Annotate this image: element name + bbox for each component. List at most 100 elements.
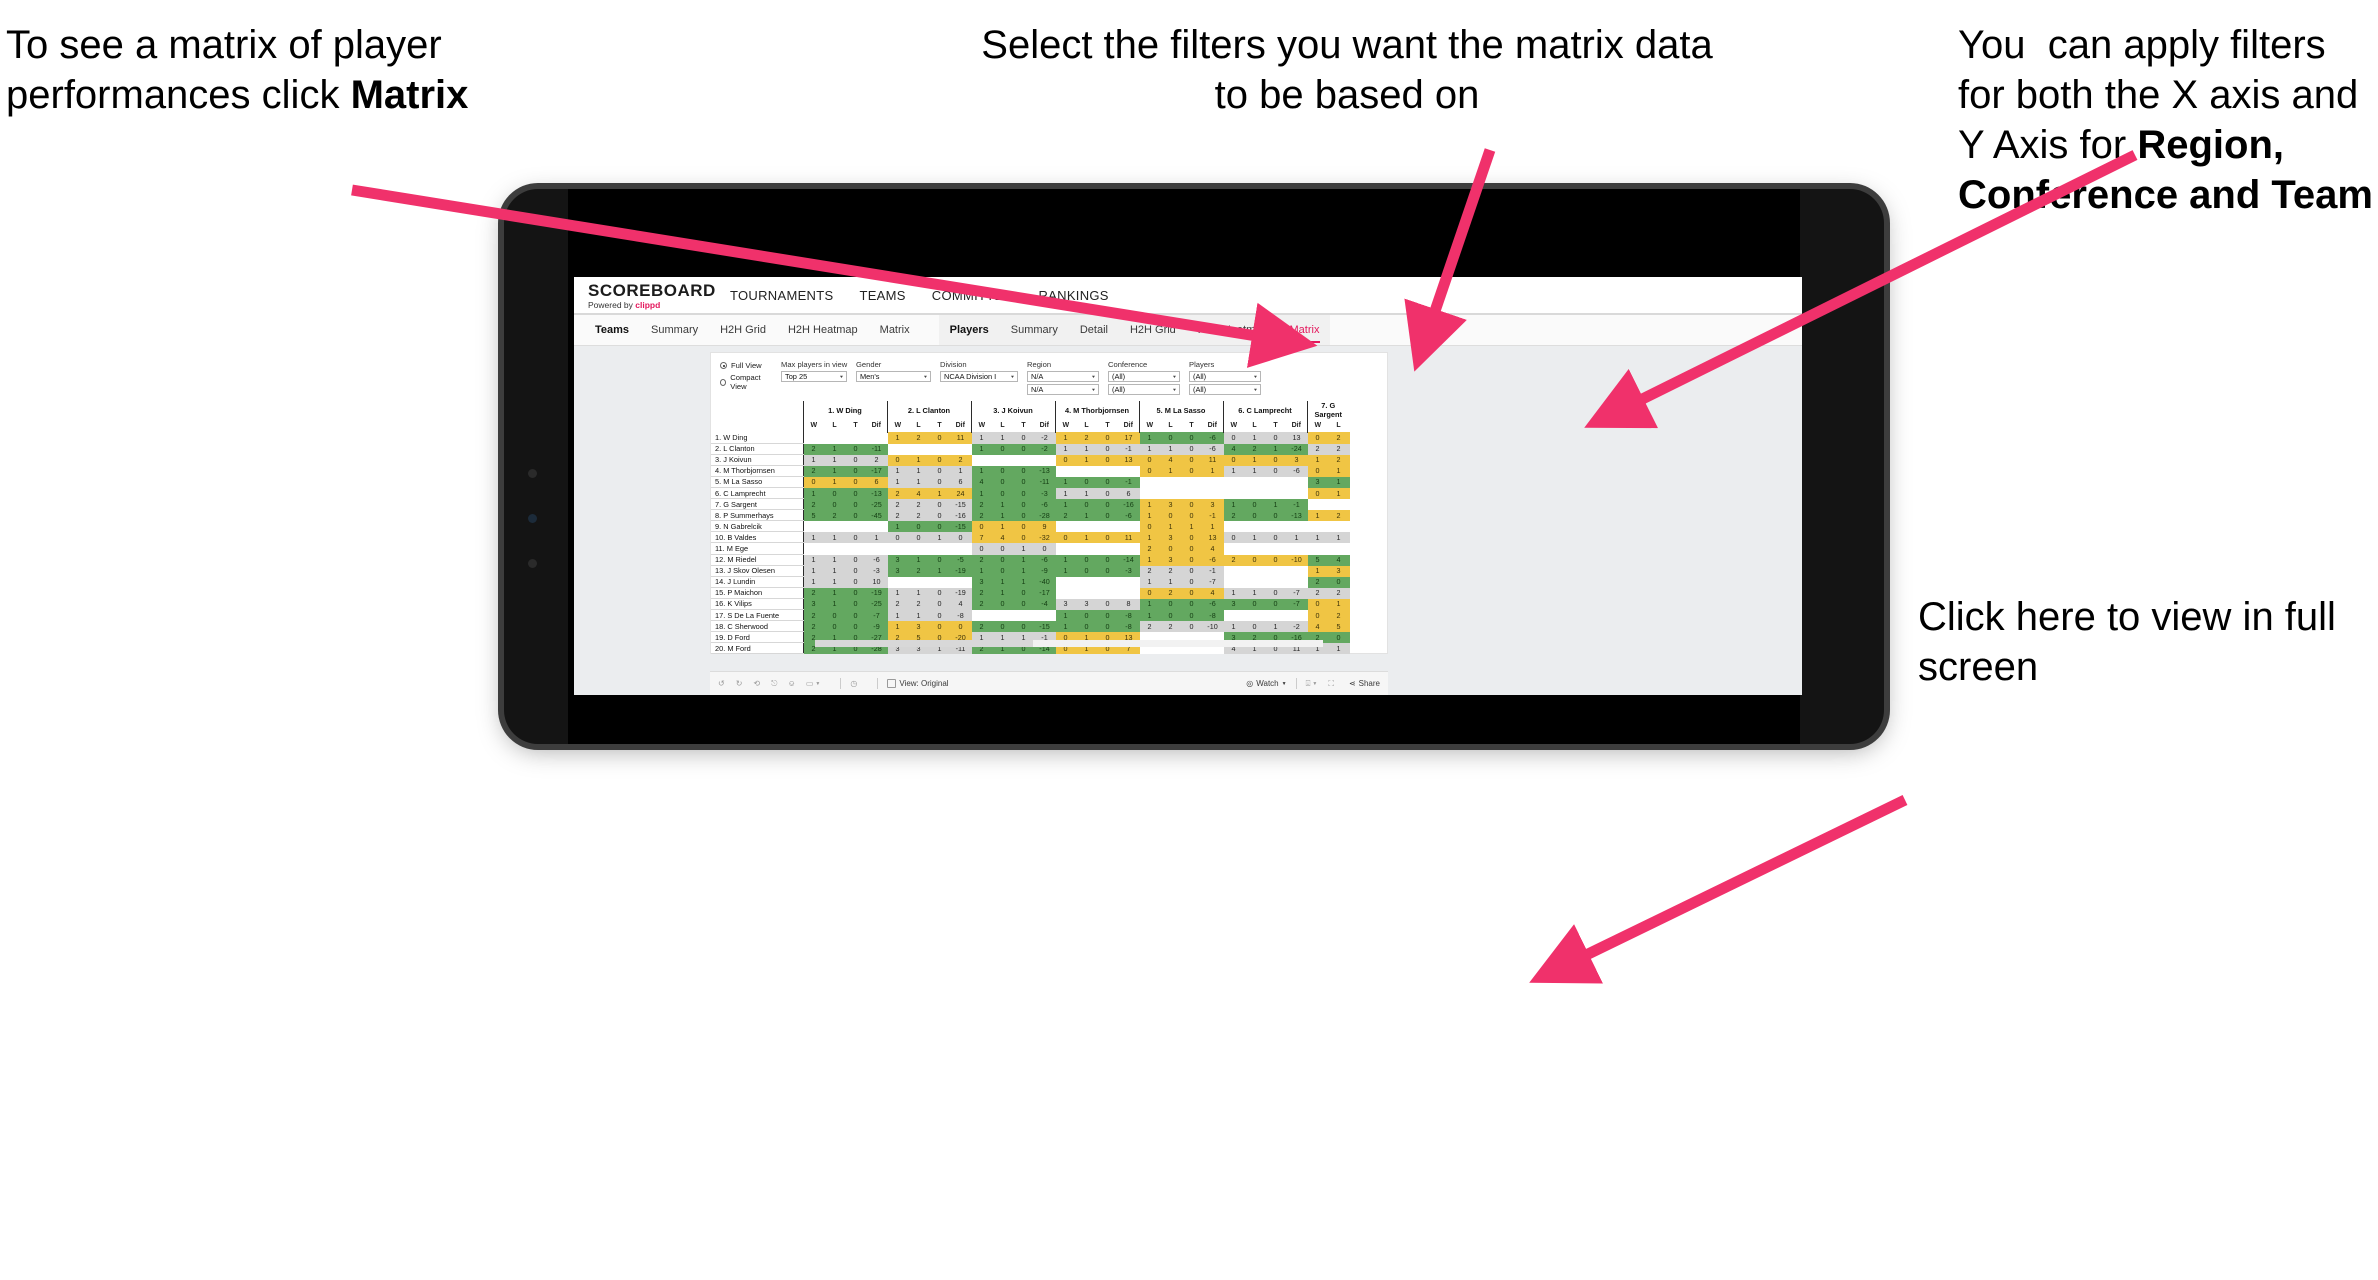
matrix-cell[interactable] <box>1264 608 1287 622</box>
matrix-cell[interactable]: -2 <box>1033 431 1056 444</box>
matrix-cell[interactable]: -6 <box>865 553 888 566</box>
matrix-cell[interactable] <box>928 575 951 588</box>
pause-updates-icon[interactable]: ⎉ <box>788 679 794 689</box>
matrix-cell[interactable]: 1 <box>907 608 930 622</box>
matrix-cell[interactable]: -3 <box>865 564 888 577</box>
matrix-cell[interactable]: 0 <box>1012 498 1035 511</box>
matrix-cell[interactable]: 1 <box>1054 486 1077 500</box>
matrix-cell[interactable] <box>1327 498 1350 511</box>
matrix-cell[interactable]: 1 <box>970 564 993 577</box>
matrix-cell[interactable]: 0 <box>1033 542 1056 555</box>
matrix-cell[interactable] <box>1117 542 1140 555</box>
matrix-cell[interactable]: 2 <box>1327 509 1350 522</box>
matrix-cell[interactable]: 1 <box>1138 608 1161 622</box>
matrix-cell[interactable]: -28 <box>1033 509 1056 522</box>
matrix-cell[interactable]: 4 <box>1222 442 1245 455</box>
matrix-cell[interactable]: 0 <box>970 520 993 533</box>
matrix-cell[interactable]: -6 <box>1201 597 1224 611</box>
matrix-cell[interactable]: 2 <box>907 597 930 611</box>
view-original-button[interactable]: View: Original <box>887 679 949 688</box>
matrix-cell[interactable]: 1 <box>1159 575 1182 588</box>
matrix-cell[interactable]: 0 <box>1180 498 1203 511</box>
matrix-cell[interactable]: 2 <box>865 453 888 466</box>
matrix-cell[interactable]: -13 <box>865 486 888 500</box>
matrix-cell[interactable] <box>1096 520 1119 533</box>
matrix-cell[interactable]: -17 <box>1033 586 1056 599</box>
matrix-cell[interactable] <box>1117 464 1140 477</box>
matrix-cell[interactable]: 11 <box>1117 531 1140 544</box>
matrix-cell[interactable]: -16 <box>949 509 972 522</box>
matrix-cell[interactable]: 1 <box>1222 620 1245 633</box>
matrix-cell[interactable]: 1 <box>970 442 993 455</box>
matrix-cell[interactable]: 2 <box>1138 542 1161 555</box>
matrix-cell[interactable]: 0 <box>1012 620 1035 633</box>
matrix-cell[interactable] <box>1264 475 1287 488</box>
revert-icon[interactable]: ⟲ <box>753 679 760 688</box>
matrix-cell[interactable]: 1 <box>1138 509 1161 522</box>
matrix-cell[interactable]: -9 <box>865 620 888 633</box>
matrix-cell[interactable]: 1 <box>823 586 846 599</box>
matrix-cell[interactable] <box>802 542 825 555</box>
matrix-cell[interactable]: 0 <box>991 486 1014 500</box>
scrollbar-thumb[interactable] <box>815 640 1033 647</box>
matrix-cell[interactable] <box>1222 564 1245 577</box>
matrix-cell[interactable]: 0 <box>1096 498 1119 511</box>
matrix-cell[interactable]: 4 <box>1159 453 1182 466</box>
matrix-cell[interactable]: 8 <box>1117 597 1140 611</box>
matrix-cell[interactable]: 0 <box>1306 608 1329 622</box>
matrix-cell[interactable] <box>865 431 888 444</box>
matrix-cell[interactable]: 0 <box>844 442 867 455</box>
matrix-cell[interactable]: 2 <box>907 498 930 511</box>
matrix-cell[interactable]: 0 <box>1012 509 1035 522</box>
matrix-cell[interactable]: -7 <box>1201 575 1224 588</box>
matrix-cell[interactable]: 0 <box>1096 531 1119 544</box>
matrix-cell[interactable] <box>1159 475 1182 488</box>
matrix-cell[interactable]: 1 <box>949 464 972 477</box>
matrix-cell[interactable]: 2 <box>886 597 909 611</box>
matrix-cell[interactable]: 2 <box>1327 431 1350 444</box>
filter-players-y-select[interactable]: (All) ▼ <box>1189 384 1261 395</box>
matrix-cell[interactable]: 1 <box>1054 442 1077 455</box>
matrix-cell[interactable] <box>949 442 972 455</box>
matrix-cell[interactable]: 0 <box>1243 620 1266 633</box>
matrix-cell[interactable]: 2 <box>1159 586 1182 599</box>
matrix-cell[interactable]: 0 <box>844 453 867 466</box>
matrix-cell[interactable] <box>1222 475 1245 488</box>
matrix-cell[interactable] <box>1075 464 1098 477</box>
matrix-cell[interactable]: 0 <box>1012 531 1035 544</box>
matrix-cell[interactable] <box>1306 520 1329 533</box>
matrix-cell[interactable]: 3 <box>1201 498 1224 511</box>
matrix-cell[interactable]: 0 <box>1096 475 1119 488</box>
matrix-cell[interactable]: 1 <box>1054 608 1077 622</box>
matrix-cell[interactable]: 1 <box>802 564 825 577</box>
matrix-cell[interactable] <box>1243 520 1266 533</box>
matrix-cell[interactable]: 0 <box>844 608 867 622</box>
filter-max-players-select[interactable]: Top 25 ▼ <box>781 371 847 382</box>
matrix-cell[interactable]: 0 <box>886 531 909 544</box>
filter-conference-x-select[interactable]: (All) ▼ <box>1108 371 1180 382</box>
matrix-cell[interactable] <box>1222 486 1245 500</box>
matrix-cell[interactable]: 0 <box>991 620 1014 633</box>
matrix-cell[interactable]: 0 <box>1012 486 1035 500</box>
tab-teams-matrix[interactable]: Matrix <box>869 315 921 345</box>
matrix-cell[interactable]: 2 <box>802 442 825 455</box>
matrix-cell[interactable]: 3 <box>1159 498 1182 511</box>
matrix-cell[interactable]: 1 <box>991 431 1014 444</box>
matrix-cell[interactable]: 0 <box>949 531 972 544</box>
matrix-cell[interactable]: 1 <box>991 498 1014 511</box>
matrix-cell[interactable]: 0 <box>991 475 1014 488</box>
matrix-cell[interactable]: 0 <box>928 620 951 633</box>
matrix-cell[interactable]: -7 <box>1285 597 1308 611</box>
matrix-cell[interactable]: 2 <box>802 464 825 477</box>
matrix-cell[interactable]: 2 <box>1243 442 1266 455</box>
matrix-cell[interactable]: 1 <box>1075 453 1098 466</box>
matrix-cell[interactable] <box>1201 486 1224 500</box>
matrix-cell[interactable]: 1 <box>802 531 825 544</box>
matrix-cell[interactable]: 1 <box>823 453 846 466</box>
matrix-cell[interactable] <box>1285 475 1308 488</box>
matrix-cell[interactable]: 0 <box>928 509 951 522</box>
matrix-cell[interactable]: 1 <box>907 464 930 477</box>
matrix-cell[interactable]: 0 <box>1222 453 1245 466</box>
matrix-cell[interactable]: 2 <box>802 498 825 511</box>
matrix-cell[interactable] <box>1285 486 1308 500</box>
